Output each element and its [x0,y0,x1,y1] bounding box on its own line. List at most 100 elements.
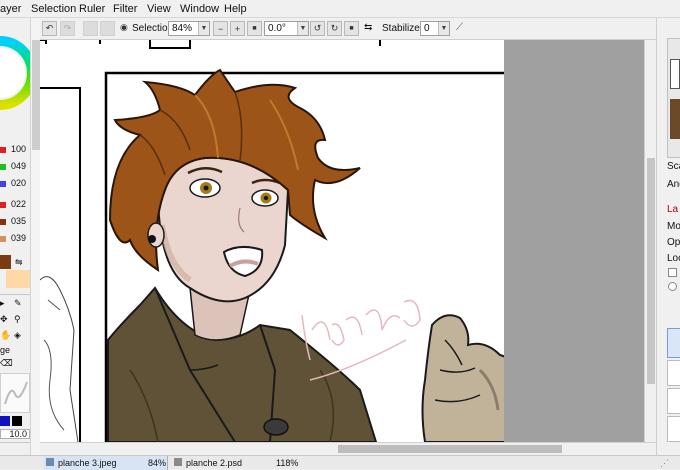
scrollbar-thumb[interactable] [647,158,655,384]
chevron-down-icon: ▼ [438,22,449,35]
color-slider-green[interactable]: 049 [0,160,30,174]
menu-selection[interactable]: Selection [31,3,76,15]
chevron-down-icon: ▼ [297,22,308,35]
document-icon [46,458,54,466]
zoom-in-button[interactable]: + [230,21,245,36]
zoom-select[interactable]: 84% ▼ [168,21,210,36]
secondary-color-swatch[interactable] [6,270,30,288]
layer-item[interactable] [667,388,680,414]
canvas-viewport[interactable] [40,40,544,442]
rotate-right-button[interactable]: ↻ [327,21,342,36]
undo-icon: ↶ [45,23,54,33]
lock-radio[interactable] [668,282,677,291]
color-value: 049 [11,161,27,171]
canvas-background [504,40,644,442]
select-tool-icon[interactable]: ▸ [0,298,5,309]
brush-size-input[interactable]: 10.0 [0,429,30,439]
color-wheel[interactable] [0,18,30,128]
zoom-value: 84% [172,23,193,34]
minus-icon: − [217,23,224,34]
brush-tool-icon[interactable]: ⚲ [14,314,21,325]
blue-swatch [0,181,6,187]
navigator-thumbnail[interactable] [667,38,680,158]
redo-button[interactable]: ↷ [60,21,75,36]
zoom-out-button[interactable]: − [213,21,228,36]
right-panel: Scal Ang La Mod Opa Lock [656,18,680,469]
undo-button[interactable]: ↶ [42,21,57,36]
document-name: planche 2.psd [186,458,243,468]
document-zoom: 118% [276,458,299,468]
lock-checkbox[interactable] [668,268,677,277]
hand-tool-icon[interactable]: ✋ [0,330,11,341]
canvas-horizontal-scrollbar[interactable] [40,442,656,455]
color-value: 035 [11,216,27,226]
menu-view[interactable]: View [147,3,171,15]
rotate-left-button[interactable]: ↺ [310,21,325,36]
rotate-right-icon: ↻ [330,23,339,33]
hue-swatch [0,202,6,208]
document-zoom: 84% [148,458,167,468]
zoom-reset-button[interactable]: ■ [247,21,262,36]
scrollbar-thumb[interactable] [32,40,40,150]
artwork[interactable] [40,40,544,442]
left-panel-scrollbar[interactable] [30,18,40,456]
eye-icon[interactable]: ◉ [120,22,131,35]
document-tab[interactable]: planche 2.psd 118% [172,456,298,470]
canvas-vertical-scrollbar[interactable] [644,40,656,442]
brush-preview [0,373,30,413]
scrollbar-thumb[interactable] [338,445,562,453]
stabilizer-label: Stabilizer [382,23,424,34]
divider [0,294,30,295]
value-swatch [0,236,6,242]
color-slider-saturation[interactable]: 035 [0,215,30,229]
rotation-select[interactable]: 0.0° ▼ [264,21,309,36]
invert-selection-button[interactable] [100,21,115,36]
color-value: 022 [11,199,27,209]
color-slider-blue[interactable]: 020 [0,177,30,191]
layer-item-selected[interactable] [667,328,680,358]
layer-item[interactable] [667,416,680,442]
plus-icon: + [234,23,241,34]
eraser-tool-icon[interactable]: ⌫ [0,358,13,369]
menu-help[interactable]: Help [224,3,247,15]
angle-label: Ang [667,179,680,190]
square-icon: ■ [252,25,257,32]
square-icon: ■ [349,25,354,32]
deselect-button[interactable] [83,21,98,36]
menu-layer[interactable]: ayer [0,3,21,15]
lasso-tool-icon[interactable]: ✎ [14,298,22,309]
selection-label: Selection [132,23,174,34]
swap-colors-icon[interactable]: ⇋ [15,257,23,268]
brush-stroke-preview [4,381,28,405]
color-value: 039 [11,233,27,243]
rotation-value: 0.0° [268,23,286,34]
color-slider-value[interactable]: 039 [0,232,30,246]
red-swatch [0,147,6,153]
brush-mode-blue-icon[interactable] [0,416,10,426]
document-name: planche 3.jpeg [58,458,117,468]
menu-ruler[interactable]: Ruler [79,3,105,15]
lock-label: Lock [667,253,680,264]
layer-item[interactable] [667,360,680,386]
flip-horizontal-icon[interactable]: ⇆ [364,22,372,33]
chevron-down-icon: ▼ [198,22,209,35]
color-slider-red[interactable]: 100 [0,143,30,157]
menu-filter[interactable]: Filter [113,3,137,15]
rotate-reset-button[interactable]: ■ [344,21,359,36]
pen-pressure-icon[interactable]: ⟋ [456,22,463,33]
color-slider-hue[interactable]: 022 [0,198,30,212]
document-tab-active[interactable]: planche 3.jpeg 84% [44,456,168,470]
opacity-label: Opa [667,237,680,248]
primary-color-swatch[interactable] [0,255,11,269]
stabilizer-value: 0 [424,23,430,34]
brush-mode-black-icon[interactable] [12,416,22,426]
color-value: 100 [11,144,27,154]
resize-grip-icon[interactable]: ⋰ [660,458,669,469]
green-swatch [0,164,6,170]
menu-window[interactable]: Window [180,3,219,15]
bucket-tool-icon[interactable]: ◈ [14,330,21,341]
tool-name-label: ge [0,345,11,355]
stabilizer-select[interactable]: 0 ▼ [420,21,450,36]
move-tool-icon[interactable]: ✥ [0,314,8,325]
redo-icon: ↷ [63,23,72,33]
